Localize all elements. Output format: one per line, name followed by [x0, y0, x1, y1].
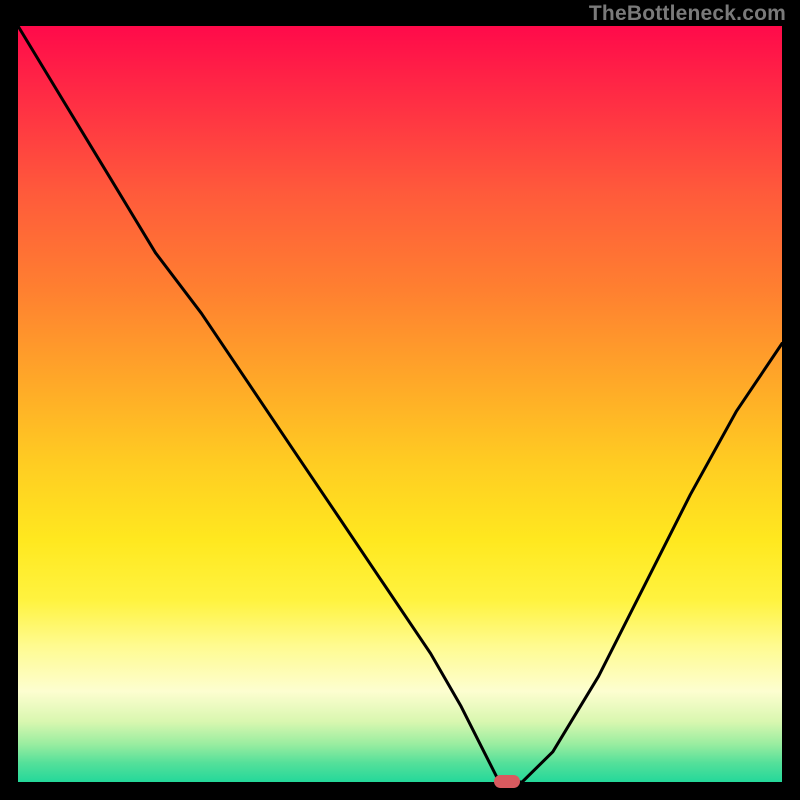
optimum-marker	[494, 775, 520, 788]
plot-area	[18, 26, 782, 782]
chart-frame: TheBottleneck.com	[0, 0, 800, 800]
bottleneck-curve	[18, 26, 782, 782]
watermark-text: TheBottleneck.com	[589, 2, 786, 26]
